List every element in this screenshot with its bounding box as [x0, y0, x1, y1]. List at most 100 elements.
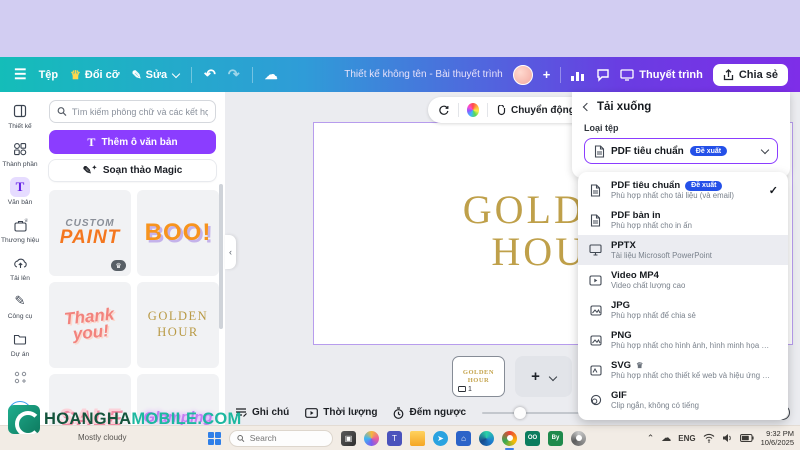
page-thumbnail-1[interactable]: GOLDEN HOUR 1 — [452, 356, 505, 397]
redo-button[interactable]: ↷ — [228, 66, 240, 83]
folder-icon — [10, 329, 30, 349]
share-button[interactable]: Chia sẻ — [712, 63, 788, 86]
sidebar-item-apps[interactable] — [1, 364, 39, 390]
green-app-icon[interactable]: By — [548, 430, 563, 446]
sidebar-item-tools[interactable]: ✎ Công cụ — [1, 288, 39, 323]
sidebar-item-uploads[interactable]: Tải lên — [1, 250, 39, 285]
battery-icon[interactable] — [739, 434, 754, 442]
option-gif[interactable]: GIF Clip ngắn, không có tiếng — [578, 385, 788, 415]
countdown-button[interactable]: Đếm ngược — [393, 406, 466, 419]
option-svg[interactable]: SVG ♛ Phù hợp nhất cho thiết kế web và hiệ… — [578, 355, 788, 385]
download-panel-title: Tải xuống — [597, 101, 652, 113]
chrome-icon[interactable] — [502, 430, 517, 450]
chevron-down-icon — [760, 145, 770, 154]
image-icon — [588, 304, 603, 316]
refresh-style-icon[interactable] — [438, 104, 450, 117]
present-button[interactable]: Thuyết trình — [620, 69, 703, 81]
file-type-options: PDF tiêu chuẩn Đề xuất Phù hợp nhất cho tà… — [578, 172, 788, 420]
speaker-icon[interactable] — [722, 433, 733, 443]
tray-expand-icon[interactable]: ⌃ — [647, 433, 655, 444]
sidebar-item-projects[interactable]: Dự án — [1, 326, 39, 361]
taskbar-clock[interactable]: 9:32 PM 10/6/2025 — [761, 429, 794, 448]
edge-icon[interactable] — [479, 430, 494, 446]
camtasia-icon[interactable]: OO — [525, 430, 540, 446]
hamburger-menu-icon[interactable]: ☰ — [14, 66, 27, 83]
pencil-icon: ✎ — [131, 67, 142, 82]
taskbar-search[interactable] — [229, 429, 333, 447]
sidebar-item-design[interactable]: Thiết kế — [1, 98, 39, 133]
elements-icon — [10, 139, 30, 159]
option-video-mp4[interactable]: Video MP4 Video chất lượng cao — [578, 265, 788, 295]
download-panel: Tải xuống Loại tệp PDF tiêu chuẩn Đề xuấ… — [572, 92, 790, 178]
insights-icon[interactable] — [571, 69, 586, 81]
recommended-badge: Đề xuất — [685, 180, 723, 191]
color-wheel-icon[interactable] — [466, 103, 480, 117]
language-indicator[interactable]: ENG — [678, 434, 695, 443]
recommended-badge: Đề xuất — [689, 146, 728, 156]
watermark: HOANGHAMOBILE.COM — [8, 405, 242, 434]
menu-edit[interactable]: ✎ Sửa — [131, 67, 181, 82]
panel-collapse-button[interactable]: ‹ — [225, 235, 236, 269]
file-type-select[interactable]: PDF tiêu chuẩn Đề xuất — [584, 138, 778, 164]
sidebar-item-brand[interactable]: ♛ Thương hiệu — [1, 212, 39, 247]
weather-status[interactable]: Mostly cloudy — [78, 433, 126, 442]
file-type-label: Loại tệp — [584, 123, 619, 133]
invite-member-button[interactable]: + — [543, 67, 551, 82]
add-page-button[interactable]: + — [515, 356, 572, 397]
template-custom-paint[interactable]: CUSTOM PAINT ♛ — [49, 190, 131, 276]
upload-cloud-icon — [10, 253, 30, 273]
template-thank-you[interactable]: Thank you! — [49, 282, 131, 368]
image-icon — [588, 334, 603, 346]
back-chevron-icon[interactable] — [582, 102, 592, 112]
avatar[interactable] — [512, 64, 533, 85]
menu-file[interactable]: Tệp — [39, 69, 59, 81]
zoom-slider-knob[interactable] — [514, 406, 527, 419]
sidebar-item-text[interactable]: T Văn bản — [1, 174, 39, 209]
app-header: ☰ Tệp ♛ Đổi cỡ ✎ Sửa ↶ ↷ ☁ Thiết kế không … — [0, 57, 800, 92]
text-t-icon: T — [87, 134, 96, 149]
option-pptx[interactable]: PPTX Tài liệu Microsoft PowerPoint — [578, 235, 788, 265]
search-icon — [57, 107, 67, 116]
search-input[interactable] — [71, 106, 208, 117]
timer-icon — [394, 406, 404, 419]
divider — [457, 103, 459, 117]
file-explorer-icon[interactable] — [410, 430, 425, 446]
onedrive-icon[interactable]: ☁ — [661, 433, 671, 444]
presentation-icon — [620, 68, 634, 81]
option-png[interactable]: PNG Phù hợp nhất cho hình ảnh, hình minh … — [578, 325, 788, 355]
document-title[interactable]: Thiết kế không tên - Bài thuyết trình — [344, 69, 502, 80]
undo-button[interactable]: ↶ — [204, 66, 216, 83]
zoom-slider[interactable] — [482, 406, 593, 419]
option-pdf-standard[interactable]: PDF tiêu chuẩn Đề xuất Phù hợp nhất cho tà… — [578, 175, 788, 205]
add-text-box-button[interactable]: T Thêm ô văn bản — [49, 130, 216, 154]
workspace: Thiết kế Thành phần T Văn bản ♛ Thương h… — [0, 92, 800, 450]
notes-button[interactable]: Ghi chú — [235, 407, 289, 418]
chrome-profile-icon[interactable] — [571, 430, 586, 446]
duration-button[interactable]: Thời lượng — [305, 407, 377, 418]
template-boo[interactable]: BOO! — [137, 190, 219, 276]
option-jpg[interactable]: JPG Phù hợp nhất để chia sẻ — [578, 295, 788, 325]
store-icon[interactable]: ⌂ — [456, 430, 471, 446]
task-view-icon[interactable]: ▣ — [341, 430, 356, 446]
magic-write-button[interactable]: ✎✦ Soạn thảo Magic — [49, 160, 216, 181]
copilot-icon[interactable] — [364, 430, 379, 446]
font-search[interactable] — [49, 100, 216, 123]
gif-icon — [588, 394, 603, 406]
taskbar-search-input[interactable] — [249, 433, 325, 443]
menu-resize[interactable]: ♛ Đổi cỡ — [70, 69, 119, 81]
sidebar-item-elements[interactable]: Thành phần — [1, 136, 39, 171]
brand-kit-icon: ♛ — [10, 215, 30, 235]
comments-icon[interactable] — [596, 68, 610, 82]
pptx-icon — [588, 244, 603, 256]
motion-button[interactable]: Chuyển động — [496, 104, 575, 116]
video-icon — [588, 274, 603, 286]
wifi-icon[interactable] — [703, 433, 715, 443]
option-pdf-print[interactable]: PDF bản in Phù hợp nhất cho in ấn — [578, 205, 788, 235]
template-golden-hour[interactable]: GOLDEN HOUR — [137, 282, 219, 368]
duration-icon — [305, 407, 319, 418]
telegram-icon[interactable]: ➤ — [433, 430, 448, 446]
teams-icon[interactable]: T — [387, 430, 402, 446]
panel-scrollbar[interactable] — [219, 184, 223, 329]
pro-crown-icon: ♛ — [636, 361, 644, 370]
image-icon — [588, 364, 603, 376]
